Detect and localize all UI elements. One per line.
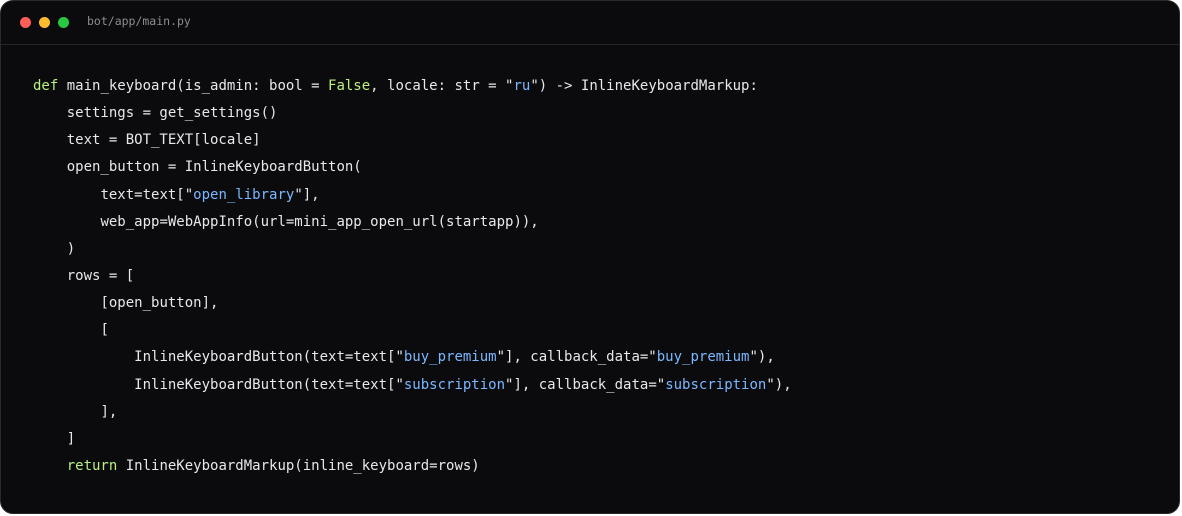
string-token: subscription (665, 376, 767, 393)
string-token: buy_premium (656, 349, 750, 366)
code-token: web_app=WebAppInfo(url=mini_app_open_url… (100, 213, 539, 230)
zoom-window-button[interactable] (58, 17, 69, 28)
code-line: InlineKeyboardButton(text=text["buy_prem… (33, 344, 792, 371)
code-token: "], (294, 186, 320, 203)
code-line: settings = get_settings() (33, 100, 792, 127)
code-token: [ (100, 322, 109, 339)
keyword-token: def (33, 78, 59, 94)
code-token: ], (100, 403, 118, 420)
string-token: buy_premium (403, 349, 497, 366)
code-line: ], (33, 399, 792, 426)
code-line: web_app=WebAppInfo(url=mini_app_open_url… (33, 209, 792, 236)
code-line: rows = [ (33, 263, 792, 290)
code-line: ) (33, 236, 792, 263)
code-line: [ (33, 317, 792, 344)
code-token: rows = [ (66, 267, 135, 284)
close-window-button[interactable] (20, 17, 31, 28)
code-line: open_button = InlineKeyboardButton( (33, 154, 792, 181)
code-token: InlineKeyboardButton(text=text[" (134, 349, 404, 366)
file-path-title: bot/app/main.py (87, 14, 191, 28)
code-token: InlineKeyboardMarkup(inline_keyboard=row… (117, 457, 480, 474)
code-token: ") -> InlineKeyboardMarkup: (530, 78, 758, 94)
code-token: "], callback_data=" (505, 376, 666, 393)
code-token: text = BOT_TEXT[locale] (66, 132, 261, 149)
code-line: ] (33, 426, 792, 453)
code-token: open_button = InlineKeyboardButton( (66, 159, 362, 176)
code-block[interactable]: def main_keyboard(is_admin: bool = False… (33, 73, 792, 480)
code-token: "), (766, 376, 792, 393)
code-token: settings = get_settings() (66, 105, 278, 122)
string-token: subscription (403, 376, 506, 393)
code-window: bot/app/main.py def main_keyboard(is_adm… (0, 0, 1180, 514)
code-token: ] (66, 430, 76, 447)
string-token: ru (513, 78, 531, 94)
code-token: text=text[" (100, 186, 194, 203)
code-line: [open_button], (33, 290, 792, 317)
code-token: [open_button], (100, 295, 219, 312)
code-line: return InlineKeyboardMarkup(inline_keybo… (33, 453, 792, 480)
title-bar: bot/app/main.py (1, 1, 1179, 45)
code-line: text=text["open_library"], (33, 182, 792, 209)
code-token: "), (749, 349, 775, 366)
code-line: def main_keyboard(is_admin: bool = False… (33, 73, 792, 100)
keyword-token: return (66, 457, 118, 474)
minimize-window-button[interactable] (39, 17, 50, 28)
code-line: text = BOT_TEXT[locale] (33, 127, 792, 154)
code-token: "], callback_data=" (496, 349, 657, 366)
keyword-token: False (328, 78, 371, 94)
string-token: open_library (193, 186, 295, 203)
code-token: , locale: str = " (370, 78, 514, 94)
code-line: InlineKeyboardButton(text=text["subscrip… (33, 372, 792, 399)
code-token: ) (66, 240, 76, 257)
code-token: InlineKeyboardButton(text=text[" (134, 376, 404, 393)
code-token: main_keyboard(is_admin: bool = (58, 78, 329, 94)
